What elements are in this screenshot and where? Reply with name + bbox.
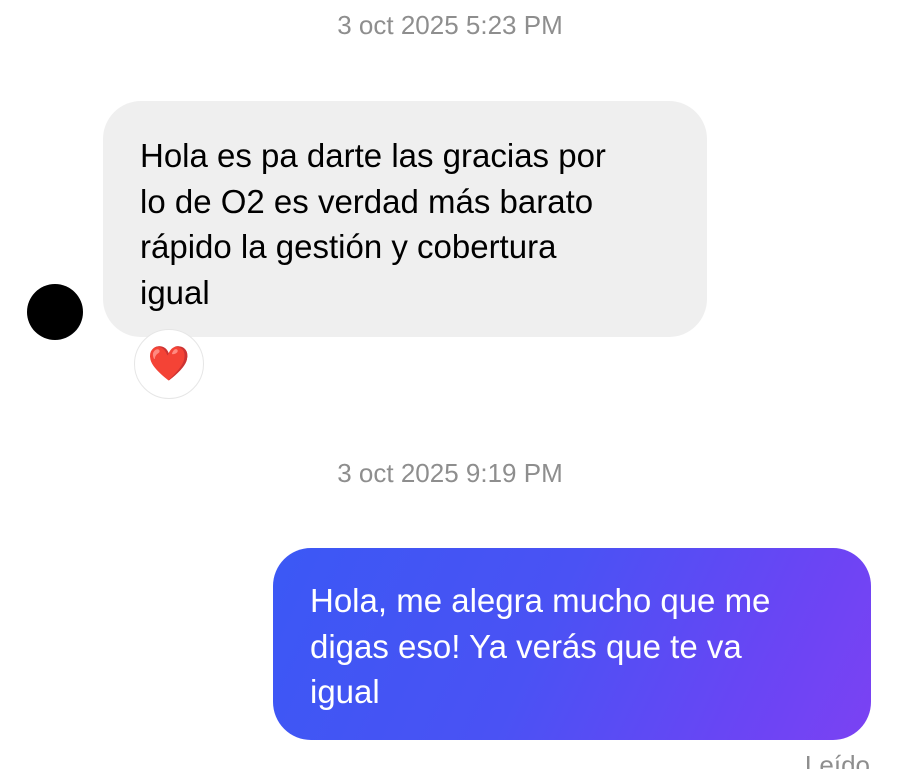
heart-reaction-icon[interactable]: ❤️ [134,329,204,399]
contact-avatar[interactable] [27,284,83,340]
outgoing-message-bubble[interactable]: Hola, me alegra mucho que me digas eso! … [273,548,871,740]
incoming-message-bubble[interactable]: Hola es pa darte las gracias por lo de O… [103,101,707,337]
chat-thread: 3 oct 2025 5:23 PM Hola es pa darte las … [0,0,900,769]
message-timestamp: 3 oct 2025 5:23 PM [337,10,563,40]
read-receipt: Leído [804,750,870,769]
message-timestamp: 3 oct 2025 9:19 PM [337,458,563,488]
